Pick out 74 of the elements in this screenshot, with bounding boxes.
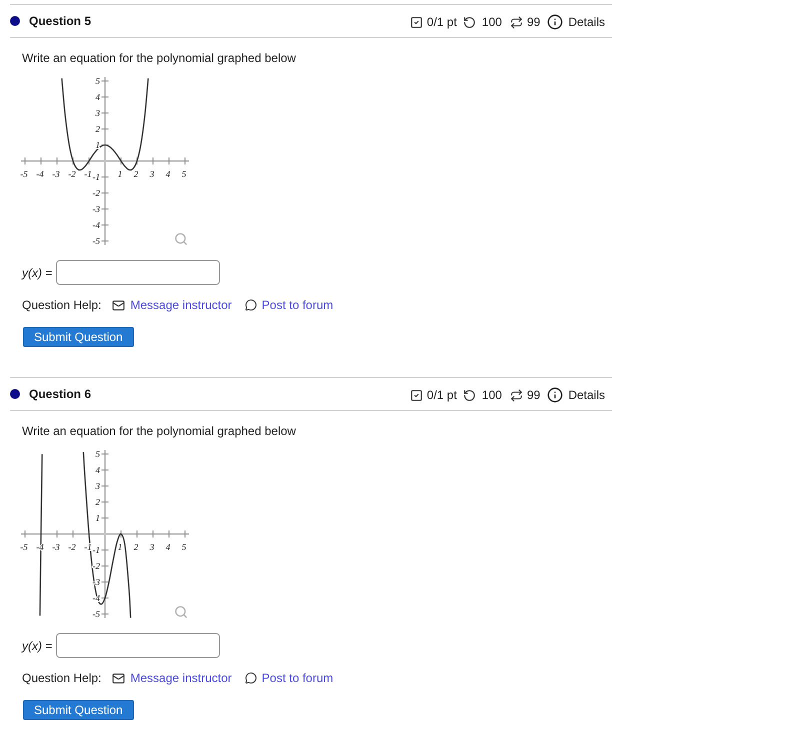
score-text: 0/1 pt	[426, 15, 457, 29]
tick-label: 3	[96, 481, 100, 491]
tick-label: 4	[166, 169, 170, 179]
search-icon[interactable]	[174, 232, 188, 246]
tick-label: 2	[96, 497, 100, 507]
attempts-count: 100	[482, 15, 502, 29]
question-title: Question 5	[29, 14, 92, 28]
tick-label: 1	[118, 542, 122, 552]
attempts-count: 100	[482, 388, 502, 402]
tick-label: 5	[96, 449, 100, 459]
help-label: Question Help:	[22, 298, 102, 312]
tick-label: 3	[150, 542, 154, 552]
submissions-count: 99	[526, 15, 540, 29]
details-button[interactable]: Details	[547, 14, 605, 30]
speech-bubble-icon	[244, 299, 257, 311]
forum-link[interactable]: Post to forum	[244, 671, 334, 685]
tick-label: -1	[92, 172, 100, 182]
tick-label: -3	[52, 542, 60, 552]
tick-label: 4	[166, 542, 170, 552]
answer-field[interactable]	[56, 260, 220, 285]
tick-label: 1	[96, 513, 100, 523]
repeat-arrows-icon	[510, 16, 523, 28]
tick-label: 2	[134, 169, 138, 179]
tick-label: 5	[96, 76, 100, 86]
help-label: Question Help:	[22, 671, 102, 685]
score-text: 0/1 pt	[426, 388, 457, 402]
tick-label: -5	[92, 609, 100, 619]
submit-button[interactable]: Submit Question	[23, 327, 134, 347]
question-title: Question 6	[29, 386, 92, 400]
tick-label: -2	[68, 542, 76, 552]
message-instructor-link[interactable]: Message instructor	[112, 298, 232, 312]
repeat-arrows-icon	[510, 388, 523, 402]
tick-label: -2	[68, 169, 76, 179]
tick-label: 5	[182, 542, 186, 552]
mail-icon	[112, 672, 126, 684]
tick-label: -3	[52, 169, 60, 179]
search-icon[interactable]	[174, 605, 188, 619]
speech-bubble-icon	[244, 672, 257, 684]
forum-link[interactable]: Post to forum	[244, 298, 334, 312]
details-button[interactable]: Details	[547, 387, 605, 403]
tick-label: 3	[150, 169, 154, 179]
tick-label: 3	[96, 108, 100, 118]
tick-label: -2	[92, 561, 100, 571]
checkbox-icon	[410, 16, 423, 28]
tick-label: -1	[92, 545, 100, 555]
tick-label: -5	[20, 169, 28, 179]
tick-label: 5	[182, 169, 186, 179]
submit-button[interactable]: Submit Question	[23, 700, 134, 720]
tick-label: -3	[92, 204, 100, 214]
answer-field[interactable]	[56, 633, 220, 658]
tick-label: -4	[92, 220, 100, 230]
info-icon	[547, 387, 564, 403]
mail-icon	[112, 298, 126, 312]
tick-label: 2	[96, 124, 100, 134]
submissions-count: 99	[526, 388, 540, 402]
rotate-arrow-icon	[462, 388, 476, 402]
tick-label: 4	[96, 465, 100, 475]
tick-label: -2	[92, 188, 100, 198]
rotate-arrow-icon	[462, 16, 476, 28]
question-prompt: Write an equation for the polynomial graphed below	[22, 50, 297, 66]
tick-label: -1	[84, 169, 92, 179]
question-prompt: Write an equation for the polynomial graphed below	[22, 423, 297, 439]
answer-label: y(x) =	[22, 638, 52, 652]
tick-label: 2	[134, 542, 138, 552]
checkbox-icon	[410, 388, 423, 402]
tick-label: -4	[36, 169, 44, 179]
tick-label: 1	[118, 169, 122, 179]
message-instructor-link[interactable]: Message instructor	[112, 671, 232, 685]
tick-label: -5	[92, 236, 100, 246]
tick-label: 1	[96, 140, 100, 150]
info-icon	[547, 14, 564, 30]
tick-label: -5	[20, 542, 28, 552]
answer-label: y(x) =	[22, 266, 52, 280]
tick-label: 4	[96, 92, 100, 102]
